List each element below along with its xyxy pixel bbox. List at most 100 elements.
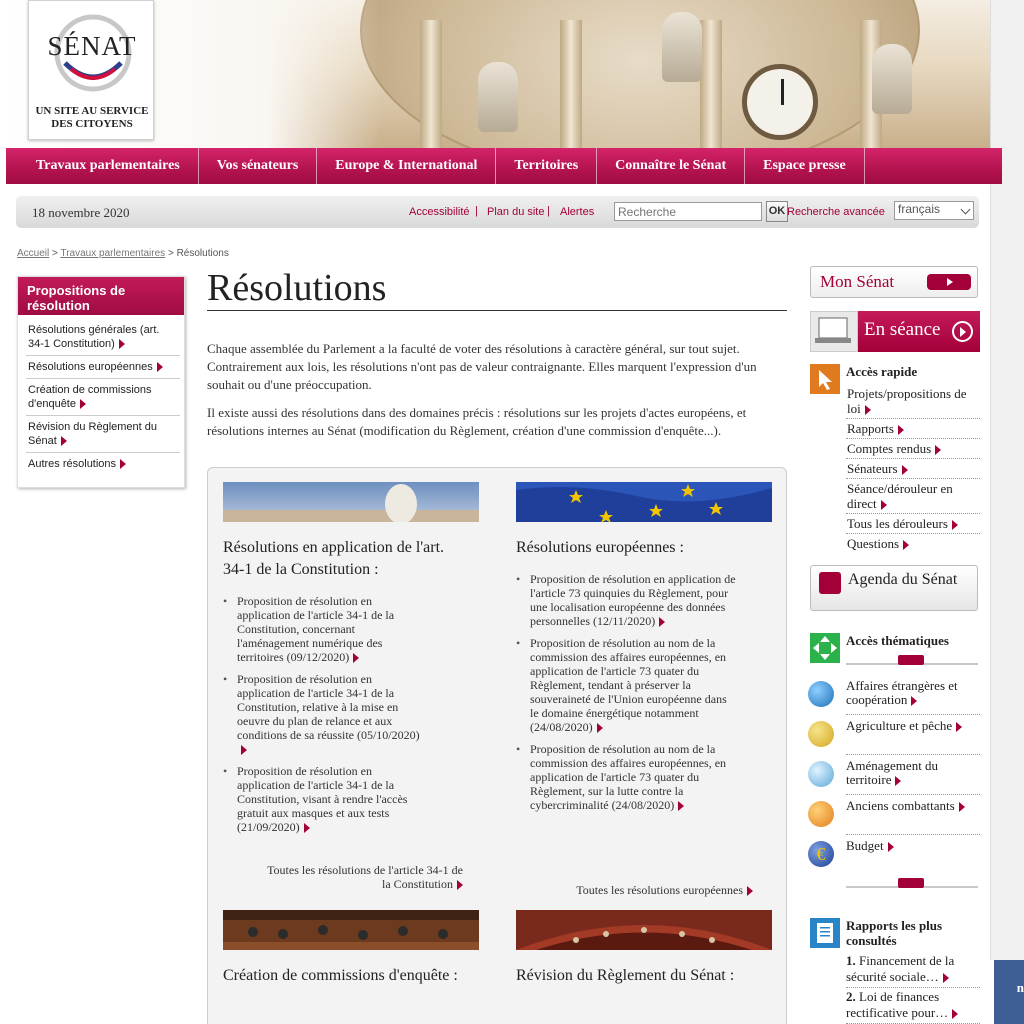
sitemap-link[interactable]: Plan du site [487, 206, 544, 218]
quick-link[interactable]: Rapports [846, 419, 980, 439]
quick-link[interactable]: Comptes rendus [846, 439, 980, 459]
arrow-right-icon [895, 776, 902, 787]
mon-senat-button[interactable]: Mon Sénat [810, 266, 978, 298]
page-edge [990, 0, 1024, 960]
advanced-search-link[interactable]: Recherche avancée [787, 206, 885, 218]
statue [872, 44, 912, 114]
agenda-label: Agenda du Sénat [848, 571, 958, 588]
arrow-right-icon [911, 696, 918, 707]
document-icon [810, 918, 840, 948]
arrow-right-icon [60, 436, 67, 447]
agenda-button[interactable]: Agenda du Sénat [810, 565, 978, 611]
arrow-right-icon [678, 801, 685, 812]
left-menu-item[interactable]: Résolutions européennes [26, 356, 180, 379]
theme-item[interactable]: € Budget [808, 839, 980, 875]
en-seance-button[interactable]: En séance [810, 311, 980, 352]
alerts-link[interactable]: Alertes [560, 206, 594, 218]
quick-link[interactable]: Séance/dérouleur en direct [846, 479, 980, 514]
nav-territoires[interactable]: Territoires [496, 148, 598, 184]
list-item[interactable]: Proposition de résolution au nom de la c… [516, 742, 738, 812]
hemicycle-photo [223, 910, 479, 950]
senat-logo[interactable]: SÉNAT UN SITE AU SERVICE DES CITOYENS [28, 0, 154, 140]
arrow-right-icon [903, 540, 909, 551]
book-icon [819, 572, 841, 594]
header-banner: SÉNAT UN SITE AU SERVICE DES CITOYENS [0, 0, 990, 148]
arrow-right-icon [596, 723, 603, 734]
quick-link[interactable]: Projets/propositions de loi [846, 384, 980, 419]
list-item[interactable]: Proposition de résolution en application… [223, 594, 423, 664]
play-icon [952, 321, 973, 342]
arrow-right-icon [864, 405, 871, 416]
arrows-cross-icon [810, 633, 840, 663]
left-menu-item[interactable]: Création de commissions d'enquête [26, 379, 180, 416]
intro-paragraph: Chaque assemblée du Parlement a la facul… [207, 341, 757, 392]
scroll-down-control[interactable] [846, 878, 978, 888]
report-item[interactable]: 2. Loi de finances rectificative pour… [846, 989, 980, 1024]
nav-europe-international[interactable]: Europe & International [317, 148, 497, 184]
breadcrumb-separator: > [167, 248, 177, 259]
chevron-up-icon [898, 655, 924, 665]
side-feedback-tab[interactable]: n [994, 960, 1024, 1024]
logo-wordmark: SÉNAT [47, 31, 137, 61]
quick-link[interactable]: Tous les dérouleurs [846, 514, 980, 534]
arrow-right-icon [659, 617, 666, 628]
title-divider [207, 310, 787, 311]
page-title: Résolutions [207, 267, 387, 309]
main-navigation: Travaux parlementaires Vos sénateurs Eur… [6, 148, 1002, 184]
card-title-inquiry: Création de commissions d'enquête : [223, 967, 458, 984]
see-all-constitution-link[interactable]: Toutes les résolutions de l'article 34-1… [263, 863, 463, 891]
quick-link[interactable]: Sénateurs [846, 459, 980, 479]
wheat-icon [808, 721, 834, 747]
arrow-right-icon [303, 823, 310, 834]
utility-bar: 18 novembre 2020 Accessibilité | Plan du… [16, 196, 979, 228]
intro-paragraph: Il existe aussi des résolutions dans des… [207, 405, 747, 438]
theme-item[interactable]: Affaires étrangères et coopération [808, 679, 980, 715]
accessibility-link[interactable]: Accessibilité [409, 206, 470, 218]
arrow-right-icon [958, 802, 965, 813]
left-menu-item[interactable]: Autres résolutions [26, 453, 180, 475]
theme-item[interactable]: Anciens combattants [808, 799, 980, 835]
pillar [420, 20, 442, 148]
search-ok-button[interactable]: OK [766, 201, 788, 222]
logo-tagline: UN SITE AU SERVICE DES CITOYENS [35, 105, 149, 130]
en-seance-label: En séance [864, 319, 941, 340]
list-item[interactable]: Proposition de résolution en application… [223, 764, 423, 834]
list-item[interactable]: Proposition de résolution en application… [223, 672, 423, 756]
arrow-right-icon [935, 445, 942, 456]
list-item[interactable]: Proposition de résolution en application… [516, 572, 738, 628]
theme-item[interactable]: Aménagement du territoire [808, 759, 980, 795]
senate-chamber-photo [516, 910, 772, 950]
chevron-down-icon [960, 204, 971, 215]
see-all-europe-link[interactable]: Toutes les résolutions européennes [508, 883, 753, 897]
nav-espace-presse[interactable]: Espace presse [745, 148, 865, 184]
arrow-right-icon [120, 459, 127, 470]
nav-vos-senateurs[interactable]: Vos sénateurs [199, 148, 318, 184]
breadcrumb-home[interactable]: Accueil [17, 248, 49, 259]
pillar [560, 20, 582, 148]
left-menu: Propositions de résolution Résolutions g… [17, 276, 185, 488]
scroll-up-control[interactable] [846, 655, 978, 665]
left-menu-item[interactable]: Résolutions générales (art. 34-1 Constit… [26, 319, 180, 356]
arrow-right-icon [747, 886, 753, 897]
arrow-right-icon [942, 973, 949, 984]
arrow-right-icon [156, 362, 163, 373]
eu-flag-photo [516, 482, 772, 522]
search-input[interactable] [614, 202, 762, 221]
nav-travaux-parlementaires[interactable]: Travaux parlementaires [18, 148, 199, 184]
nav-connaitre-le-senat[interactable]: Connaître le Sénat [597, 148, 746, 184]
left-menu-item[interactable]: Révision du Règlement du Sénat [26, 416, 180, 453]
monitor-icon [810, 311, 858, 352]
quick-link[interactable]: Questions [846, 534, 980, 553]
report-item[interactable]: 1. Financement de la sécurité sociale… [846, 953, 980, 988]
statue [662, 12, 702, 82]
left-menu-title[interactable]: Propositions de résolution [18, 277, 184, 315]
list-item[interactable]: Proposition de résolution au nom de la c… [516, 636, 738, 734]
arrow-right-icon [901, 465, 908, 476]
language-select[interactable]: français [894, 201, 974, 220]
theme-item[interactable]: Agriculture et pêche [808, 719, 980, 755]
breadcrumb-section[interactable]: Travaux parlementaires [60, 248, 165, 259]
arrow-right-icon [956, 722, 963, 733]
cursor-icon [810, 364, 840, 394]
card-title-rules: Révision du Règlement du Sénat : [516, 967, 735, 984]
medal-icon [808, 801, 834, 827]
